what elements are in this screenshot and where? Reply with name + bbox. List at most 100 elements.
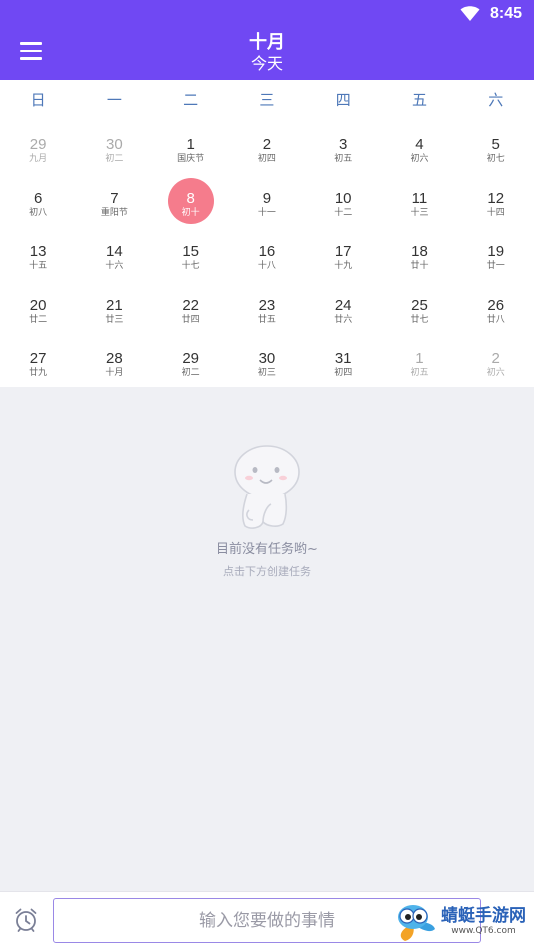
- day-number: 1: [186, 136, 195, 153]
- day-number: 19: [487, 243, 505, 260]
- day-cell[interactable]: 2 初六: [458, 343, 534, 397]
- day-cell[interactable]: 26 廿八: [458, 290, 534, 344]
- day-cell[interactable]: 31 初四: [305, 343, 381, 397]
- day-cell[interactable]: 17 十九: [305, 236, 381, 290]
- watermark-text: 蜻蜓手游网 www.QT6.com: [441, 906, 526, 937]
- day-cell[interactable]: 5 初七: [458, 129, 534, 183]
- day-number: 2: [262, 136, 272, 153]
- lunar-date: 廿一: [486, 261, 505, 271]
- day-number: 28: [106, 350, 123, 367]
- lunar-date: 廿六: [334, 314, 353, 325]
- day-cell[interactable]: 23 廿五: [229, 290, 305, 344]
- day-cell[interactable]: 3 初五: [305, 129, 381, 183]
- wifi-icon: [460, 6, 480, 21]
- day-number: 1: [415, 350, 424, 367]
- day-cell[interactable]: 29 初二: [153, 343, 229, 397]
- day-cell[interactable]: 6 初八: [0, 183, 76, 237]
- day-cell[interactable]: 24 廿六: [305, 290, 381, 344]
- lunar-date: 初十: [181, 207, 200, 218]
- lunar-date: 初六: [486, 368, 505, 378]
- lunar-date: 廿五: [257, 314, 276, 325]
- day-cell[interactable]: 2 初四: [229, 129, 305, 183]
- day-number: 25: [411, 296, 428, 314]
- lunar-date: 初五: [410, 368, 429, 378]
- lunar-date: 重阳节: [100, 207, 128, 218]
- day-cell[interactable]: 18 廿十: [381, 236, 457, 290]
- day-cell[interactable]: 7 重阳节: [76, 183, 152, 237]
- day-number: 8: [186, 189, 195, 207]
- day-cell[interactable]: 9 十一: [229, 183, 305, 237]
- dragonfly-logo-icon: [398, 905, 435, 941]
- lunar-date: 初五: [334, 154, 353, 164]
- day-cell[interactable]: 19 廿一: [458, 236, 534, 290]
- day-number: 18: [411, 243, 428, 260]
- week-row: 20 廿二 21 廿三 22 廿四 23 廿五 24 廿六 25 廿七 26 廿八: [0, 290, 534, 344]
- day-number: 16: [258, 243, 276, 260]
- lunar-date: 初二: [105, 154, 124, 164]
- week-row: 29 九月 30 初二 1 国庆节 2 初四 3 初五 4 初六 5 初七: [0, 129, 534, 183]
- day-cell[interactable]: 25 廿七: [381, 290, 457, 344]
- lunar-date: 十七: [181, 261, 200, 271]
- bottom-bar: 蜻蜓手游网 www.QT6.com: [0, 891, 534, 949]
- lunar-date: 廿四: [181, 314, 200, 325]
- day-cell[interactable]: 22 廿四: [153, 290, 229, 344]
- lunar-date: 初八: [29, 207, 48, 218]
- day-cell[interactable]: 11 十三: [381, 183, 457, 237]
- day-cell[interactable]: 14 十六: [76, 236, 152, 290]
- day-number: 9: [262, 189, 272, 207]
- lunar-date: 廿三: [105, 314, 124, 325]
- day-number: 7: [110, 189, 119, 207]
- lunar-date: 十三: [410, 207, 429, 218]
- lunar-date: 十一: [257, 207, 276, 218]
- day-cell[interactable]: 13 十五: [0, 236, 76, 290]
- day-cell-selected[interactable]: 8 初十: [153, 177, 229, 237]
- day-number: 14: [106, 243, 123, 260]
- day-cell[interactable]: 27 廿九: [0, 343, 76, 397]
- lunar-date: 廿八: [486, 314, 505, 325]
- lunar-date: 国庆节: [177, 154, 205, 164]
- day-number: 3: [339, 136, 348, 153]
- day-number: 29: [29, 136, 47, 153]
- day-number: 11: [411, 189, 428, 207]
- day-number: 17: [334, 243, 352, 260]
- day-cell[interactable]: 16 十八: [229, 236, 305, 290]
- week-row: 13 十五 14 十六 15 十七 16 十八 17 十九 18 廿十 19 廿一: [0, 236, 534, 290]
- day-cell[interactable]: 4 初六: [381, 129, 457, 183]
- lunar-date: 初四: [257, 154, 276, 164]
- alarm-clock-icon[interactable]: [12, 906, 40, 934]
- day-cell[interactable]: 30 初二: [76, 129, 152, 183]
- day-number: 22: [182, 296, 199, 314]
- today-button[interactable]: 今天: [251, 54, 283, 74]
- day-cell[interactable]: 1 国庆节: [153, 129, 229, 183]
- lunar-date: 初三: [257, 368, 276, 378]
- title-block: 十月 今天: [0, 32, 534, 74]
- day-number: 15: [182, 243, 199, 260]
- weekday-label: 二: [183, 90, 199, 109]
- day-number: 20: [29, 296, 47, 314]
- day-number: 27: [29, 350, 47, 367]
- day-cell[interactable]: 12 十四: [458, 183, 534, 237]
- lunar-date: 初六: [410, 154, 429, 164]
- day-number: 6: [33, 189, 43, 207]
- day-cell[interactable]: 1 初五: [381, 343, 457, 397]
- month-title: 十月: [249, 32, 285, 53]
- day-number: 12: [487, 189, 505, 207]
- day-cell[interactable]: 20 廿二: [0, 290, 76, 344]
- day-cell[interactable]: 15 十七: [153, 236, 229, 290]
- empty-subtitle: 点击下方创建任务: [223, 565, 311, 578]
- mascot-illustration: [234, 445, 300, 529]
- lunar-date: 廿二: [29, 314, 48, 325]
- day-number: 2: [491, 350, 500, 367]
- day-cell[interactable]: 10 十二: [305, 183, 381, 237]
- day-cell[interactable]: 29 九月: [0, 129, 76, 183]
- day-cell[interactable]: 21 廿三: [76, 290, 152, 344]
- week-row: 27 廿九 28 十月 29 初二 30 初三 31 初四 1 初五 2 初六: [0, 343, 534, 397]
- day-cell[interactable]: 28 十月: [76, 343, 152, 397]
- weekday-label: 日: [30, 90, 46, 109]
- lunar-date: 九月: [29, 154, 48, 164]
- watermark: 蜻蜓手游网 www.QT6.com: [391, 899, 526, 943]
- lunar-date: 初二: [181, 368, 200, 378]
- day-cell[interactable]: 30 初三: [229, 343, 305, 397]
- lunar-date: 初七: [486, 154, 505, 164]
- lunar-date: 初四: [334, 368, 353, 378]
